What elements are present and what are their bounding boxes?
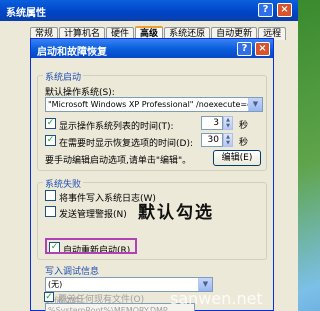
failure-group-label: 系统失败 — [43, 177, 84, 190]
startup-group-label: 系统启动 — [43, 70, 84, 83]
auto-restart-highlight — [45, 238, 137, 254]
show-os-list-seconds-input[interactable]: 3 — [201, 116, 223, 130]
show-recovery-checkbox[interactable]: ✓ — [45, 135, 56, 146]
default-os-value: "Microsoft Windows XP Professional" /noe… — [48, 100, 263, 109]
help-button[interactable]: ? — [258, 3, 273, 17]
debug-group-label: 写入调试信息 — [43, 264, 102, 277]
manual-edit-text: 要手动编辑启动选项,请单击"编辑"。 — [45, 156, 192, 166]
default-os-select[interactable]: "Microsoft Windows XP Professional" /noe… — [45, 97, 263, 112]
send-alert-checkbox[interactable] — [45, 206, 56, 217]
debug-info-value: (无) — [48, 280, 63, 289]
spin-up-down-icon[interactable]: ▲ ▼ — [223, 133, 233, 147]
dialog-help-button[interactable]: ? — [237, 42, 252, 56]
window-title: 系统属性 — [6, 8, 46, 19]
edit-button[interactable]: 编辑(E) — [213, 150, 261, 166]
dialog-close-button[interactable]: × — [255, 42, 270, 56]
show-os-list-label: 显示操作系统列表的时间(T): — [59, 122, 174, 132]
chevron-down-icon[interactable]: ▼ — [248, 98, 262, 111]
system-properties-titlebar[interactable]: 系统属性 ? × — [0, 0, 298, 21]
watermark-text: sanwen.net — [170, 289, 263, 308]
overwrite-checkbox[interactable]: ✓ — [44, 292, 54, 302]
dialog-titlebar[interactable]: 启动和故障恢复 ? × — [31, 39, 273, 58]
dialog-title: 启动和故障恢复 — [37, 47, 107, 58]
close-button[interactable]: × — [277, 3, 292, 17]
send-alert-label: 发送管理警报(N) — [59, 210, 127, 220]
show-recovery-seconds-input[interactable]: 30 — [201, 133, 223, 147]
annotation-text: 默认勾选 — [138, 203, 214, 223]
write-event-checkbox[interactable] — [45, 190, 56, 201]
spin-up-down-icon[interactable]: ▲ ▼ — [223, 116, 233, 130]
seconds-unit-label: 秒 — [239, 121, 249, 131]
seconds-unit-label: 秒 — [239, 138, 249, 148]
show-recovery-label: 在需要时显示恢复选项的时间(D): — [59, 139, 193, 149]
overwrite-label: 覆盖任何现有文件(O) — [58, 295, 145, 305]
startup-recovery-dialog: 启动和故障恢复 ? × 系统启动 默认操作系统(S): "Microsoft W… — [30, 38, 274, 311]
show-os-list-checkbox[interactable]: ✓ — [45, 118, 56, 129]
